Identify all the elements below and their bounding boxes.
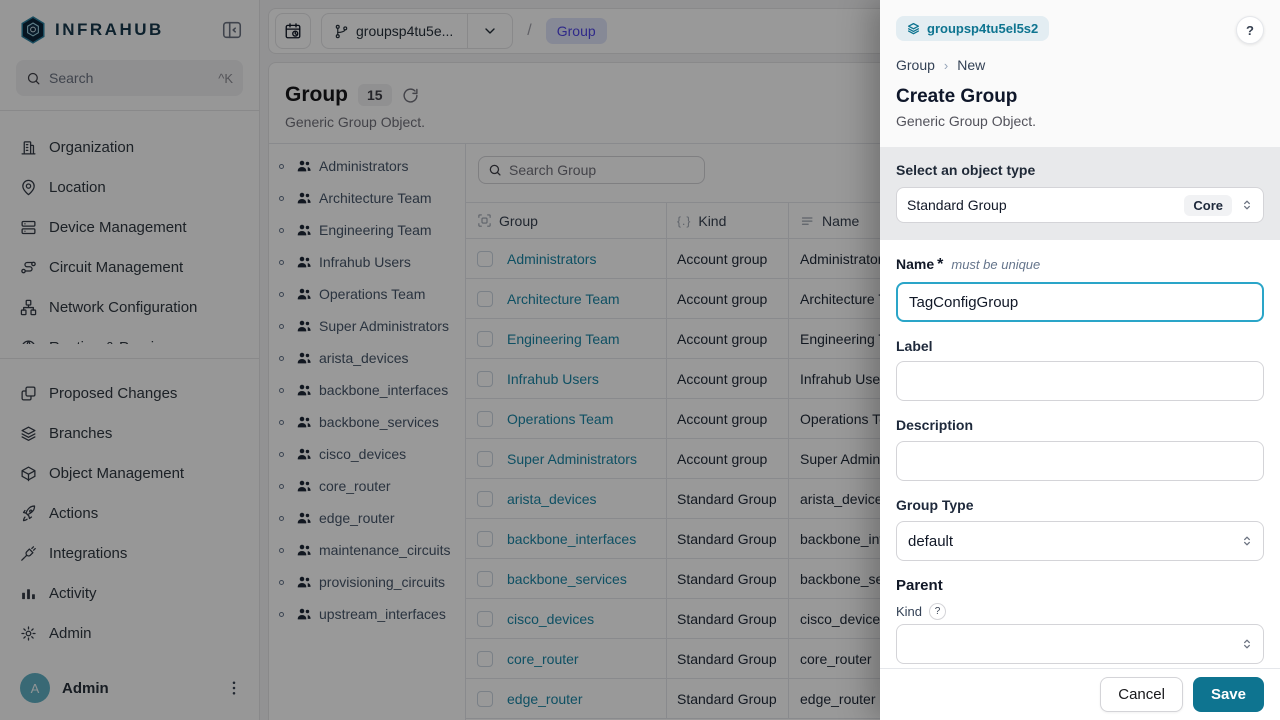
description-label: Description	[896, 417, 1264, 433]
drawer-footer: Cancel Save	[880, 668, 1280, 720]
description-input[interactable]	[896, 441, 1264, 481]
cancel-button[interactable]: Cancel	[1100, 677, 1183, 712]
chevron-up-down-icon	[1240, 534, 1254, 548]
parent-label: Parent	[896, 577, 1264, 594]
name-hint: must be unique	[951, 257, 1040, 272]
required-mark: *	[937, 256, 943, 274]
kind-label: Kind	[896, 604, 922, 619]
parent-kind-select[interactable]	[896, 624, 1264, 664]
help-button[interactable]: ?	[1236, 16, 1264, 44]
object-type-value: Standard Group	[907, 197, 1184, 213]
object-type-select[interactable]: Standard Group Core	[896, 187, 1264, 223]
kind-help-icon[interactable]: ?	[929, 603, 946, 620]
name-label: Name	[896, 256, 934, 272]
object-type-label: Select an object type	[896, 162, 1264, 178]
label-label: Label	[896, 338, 1264, 354]
save-button[interactable]: Save	[1193, 677, 1264, 712]
name-input[interactable]	[896, 282, 1264, 322]
chevron-up-down-icon	[1240, 637, 1254, 651]
breadcrumb-current: New	[957, 57, 985, 73]
drawer-header: groupsp4tu5el5s2 ? Group › New Create Gr…	[880, 0, 1280, 147]
drawer-branch-badge[interactable]: groupsp4tu5el5s2	[896, 16, 1049, 41]
label-input[interactable]	[896, 361, 1264, 401]
drawer-branch-name: groupsp4tu5el5s2	[927, 21, 1038, 36]
drawer-title: Create Group	[896, 86, 1264, 108]
group-type-label: Group Type	[896, 497, 1264, 513]
drawer-subtitle: Generic Group Object.	[896, 113, 1264, 129]
create-group-drawer: groupsp4tu5el5s2 ? Group › New Create Gr…	[880, 0, 1280, 720]
drawer-breadcrumb: Group › New	[896, 57, 1264, 73]
layers-icon	[907, 22, 920, 35]
object-type-section: Select an object type Standard Group Cor…	[880, 147, 1280, 240]
chevron-right-icon: ›	[944, 58, 948, 73]
group-type-value: default	[908, 533, 1240, 550]
group-type-select[interactable]: default	[896, 521, 1264, 561]
breadcrumb-parent[interactable]: Group	[896, 57, 935, 73]
core-badge: Core	[1184, 195, 1232, 216]
chevron-up-down-icon	[1240, 198, 1254, 212]
drawer-form: Name * must be unique Label Description …	[880, 240, 1280, 668]
